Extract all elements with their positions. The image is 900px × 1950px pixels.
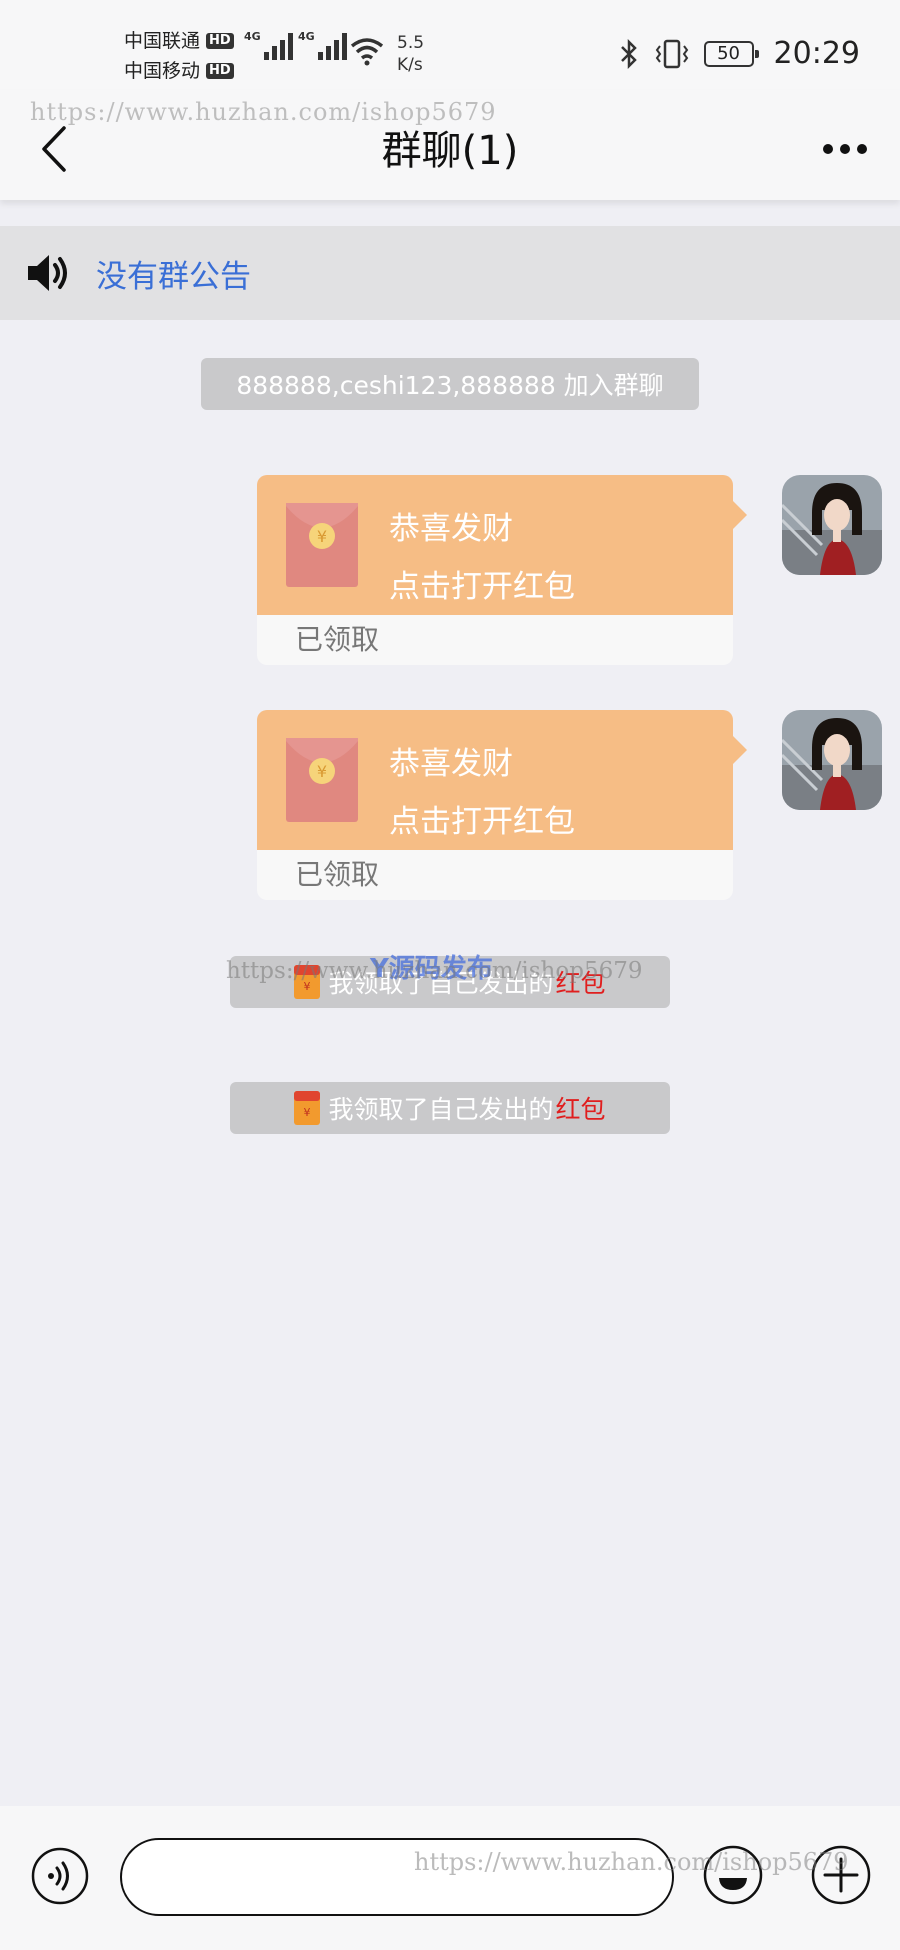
signal-1-icon: 4G: [244, 30, 293, 60]
hd-badge: HD: [206, 63, 234, 79]
red-packet-status: 已领取: [257, 850, 733, 900]
watermark-url: https://www.huzhan.com/ishop5679: [414, 1848, 849, 1876]
watermark-url: https://www.huzhan.com/ishop5679: [226, 958, 643, 984]
red-packet-message[interactable]: ¥ 恭喜发财 点击打开红包 已领取: [257, 710, 747, 900]
claim-text: 我领取了自己发出的: [328, 1095, 554, 1124]
input-bar: [0, 1806, 900, 1950]
carrier-2: 中国移动: [124, 60, 201, 82]
red-packet-subtitle: 点击打开红包: [389, 569, 575, 605]
status-bar: 中国联通 HD 中国移动 HD 4G 4G 5.5 K/s 50 20:29: [0, 0, 900, 90]
red-packet-body[interactable]: ¥ 恭喜发财 点击打开红包: [257, 710, 733, 850]
red-packet-message[interactable]: ¥ 恭喜发财 点击打开红包 已领取: [257, 475, 747, 665]
speaker-icon: [28, 255, 67, 291]
carrier-info: 中国联通 HD 中国移动 HD: [124, 26, 234, 86]
system-claim-message: ¥ 我领取了自己发出的 红包: [230, 1082, 670, 1134]
watermark-url: https://www.huzhan.com/ishop5679: [30, 98, 497, 126]
avatar[interactable]: [782, 710, 882, 810]
red-packet-status: 已领取: [257, 615, 733, 665]
more-dots-icon[interactable]: [822, 134, 868, 164]
red-envelope-icon: ¥: [286, 738, 358, 822]
network-speed: 5.5 K/s: [397, 33, 425, 75]
vibrate-icon: [655, 39, 688, 68]
red-envelope-icon: ¥: [286, 503, 358, 587]
red-packet-title: 恭喜发财: [389, 511, 513, 547]
bluetooth-icon: [620, 38, 637, 69]
svg-text:¥: ¥: [304, 1106, 311, 1119]
carrier-1: 中国联通: [124, 30, 201, 52]
system-join-message: 888888,ceshi123,888888 加入群聊: [201, 358, 699, 410]
red-packet-title: 恭喜发财: [389, 746, 513, 782]
signal-2-icon: 4G: [298, 30, 347, 60]
voice-icon[interactable]: [30, 1846, 90, 1906]
clock: 20:29: [773, 36, 860, 71]
svg-text:¥: ¥: [317, 762, 327, 781]
red-packet-body[interactable]: ¥ 恭喜发财 点击打开红包: [257, 475, 733, 615]
page-title: 群聊(1): [381, 128, 519, 174]
hd-badge: HD: [206, 33, 234, 49]
notice-text[interactable]: 没有群公告: [96, 251, 251, 296]
red-envelope-small-icon: ¥: [294, 1091, 321, 1125]
wifi-icon: [350, 38, 384, 66]
group-notice-bar[interactable]: 没有群公告: [0, 226, 900, 320]
red-packet-subtitle: 点击打开红包: [389, 804, 575, 840]
claim-highlight[interactable]: 红包: [556, 1090, 606, 1126]
avatar[interactable]: [782, 475, 882, 575]
battery-indicator: 50: [703, 40, 759, 67]
svg-text:¥: ¥: [317, 527, 327, 546]
